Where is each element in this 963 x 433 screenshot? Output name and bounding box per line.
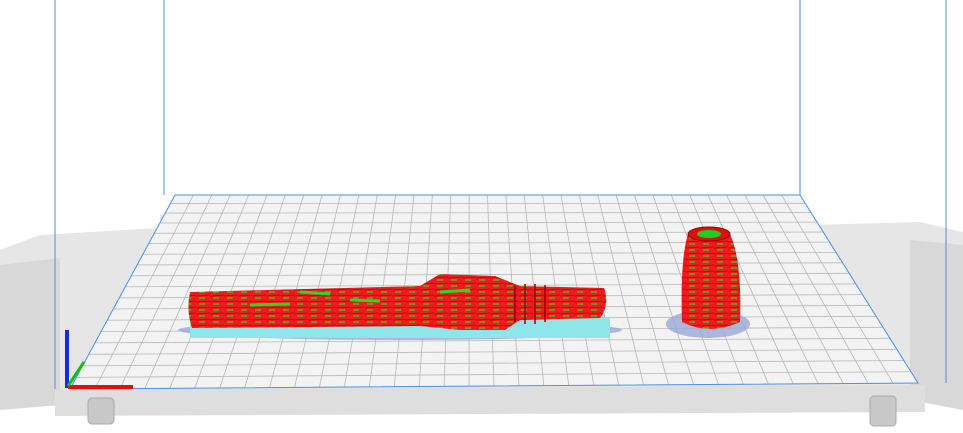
leveling-screw-right bbox=[870, 396, 896, 426]
leveling-screw-left bbox=[88, 398, 114, 424]
grid-line bbox=[165, 213, 811, 214]
layer-view-scene[interactable] bbox=[0, 0, 963, 428]
3d-viewport[interactable] bbox=[0, 0, 963, 428]
